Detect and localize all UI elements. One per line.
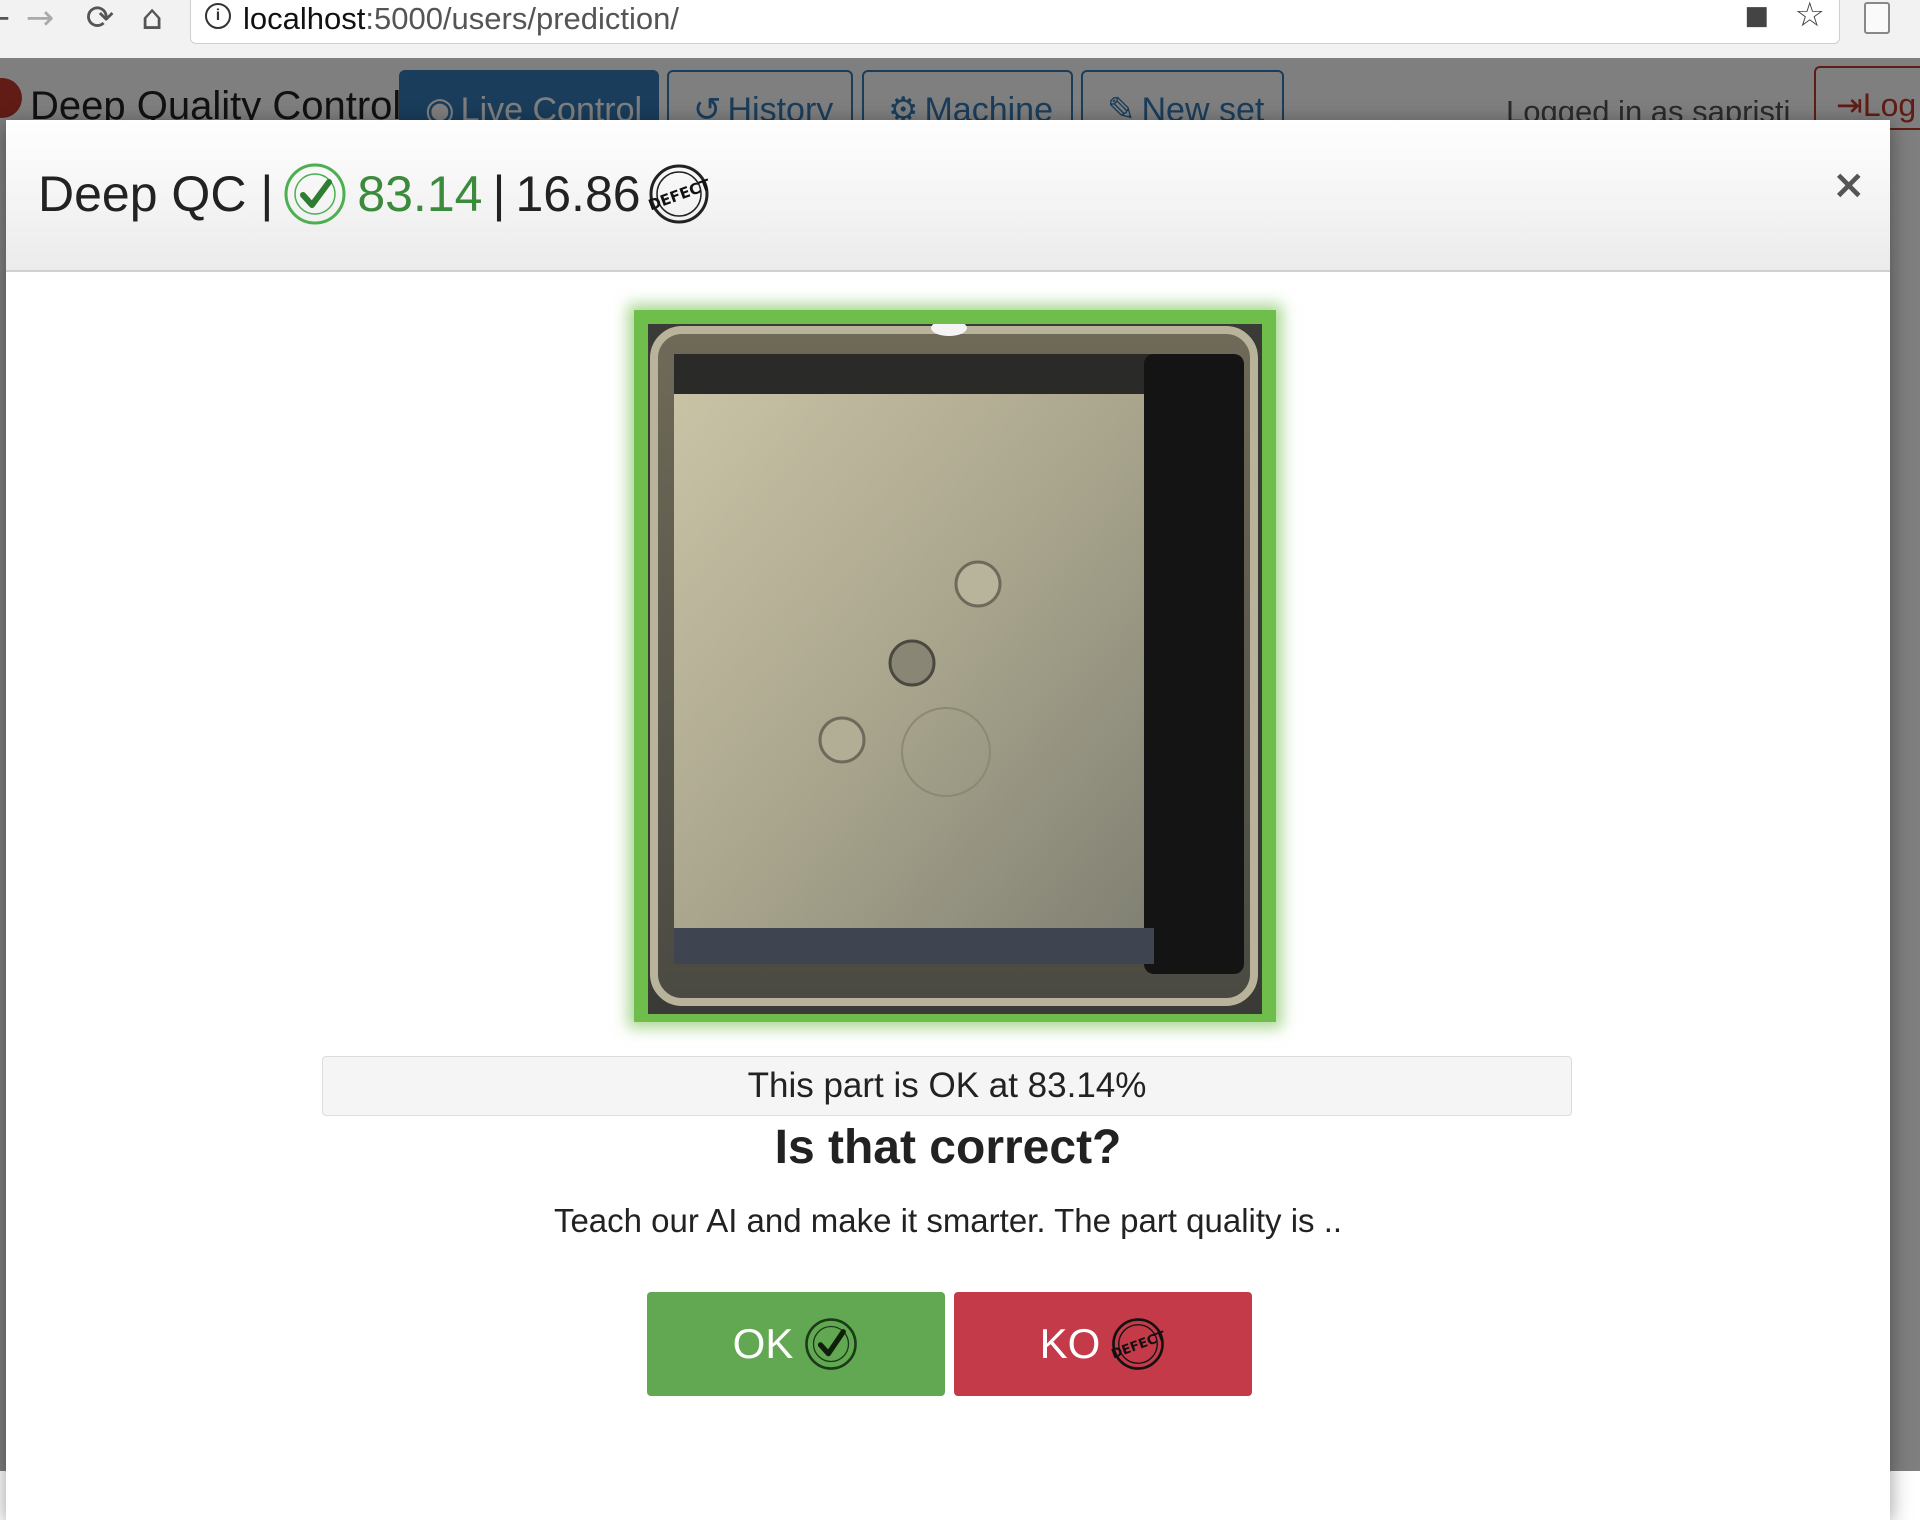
ko-button[interactable]: KO DEFECT xyxy=(954,1292,1252,1396)
home-icon[interactable]: ⌂ xyxy=(130,0,174,40)
approved-stamp-icon xyxy=(284,163,346,225)
title-prefix: Deep QC | xyxy=(38,166,274,222)
forward-icon[interactable]: → xyxy=(18,0,62,40)
part-image-frame xyxy=(634,310,1276,1022)
reload-icon[interactable]: ⟳ xyxy=(78,0,122,40)
defect-stamp-icon: DEFECT xyxy=(647,164,711,224)
prediction-result: This part is OK at 83.14% xyxy=(322,1056,1572,1116)
question-heading: Is that correct? xyxy=(774,1121,1122,1174)
browser-toolbar: ← → ⟳ ⌂ i localhost:5000/users/predictio… xyxy=(0,0,1920,59)
score-separator: | xyxy=(492,166,506,222)
part-photo xyxy=(648,324,1262,1014)
site-info-icon[interactable]: i xyxy=(205,3,231,29)
extension-page-icon[interactable] xyxy=(1864,2,1890,34)
modal-title: Deep QC | 83.14 | 16.86 DEFECT xyxy=(38,162,711,226)
ok-button-label: OK xyxy=(732,1320,794,1367)
url-text[interactable]: localhost:5000/users/prediction/ xyxy=(243,1,679,37)
camera-icon[interactable]: ■ xyxy=(1744,1,1769,31)
defect-score: 16.86 xyxy=(515,166,641,222)
url-path: :5000/users/prediction/ xyxy=(365,1,679,36)
prediction-modal: Deep QC | 83.14 | 16.86 DEFECT × This pa… xyxy=(6,120,1890,1520)
modal-header: Deep QC | 83.14 | 16.86 DEFECT × xyxy=(6,120,1890,272)
close-button[interactable]: × xyxy=(1832,162,1866,208)
ko-button-label: KO xyxy=(1039,1320,1101,1367)
url-host: localhost xyxy=(243,1,366,36)
approved-stamp-icon xyxy=(805,1318,858,1370)
address-bar[interactable]: i localhost:5000/users/prediction/ ■ ☆ xyxy=(190,0,1840,44)
defect-stamp-icon: DEFECT xyxy=(1110,1318,1166,1370)
bookmark-star-icon[interactable]: ☆ xyxy=(1795,0,1825,35)
ok-score: 83.14 xyxy=(357,166,483,222)
teach-instruction: Teach our AI and make it smarter. The pa… xyxy=(553,1202,1343,1239)
back-icon[interactable]: ← xyxy=(0,0,18,40)
ok-button[interactable]: OK xyxy=(647,1292,945,1396)
